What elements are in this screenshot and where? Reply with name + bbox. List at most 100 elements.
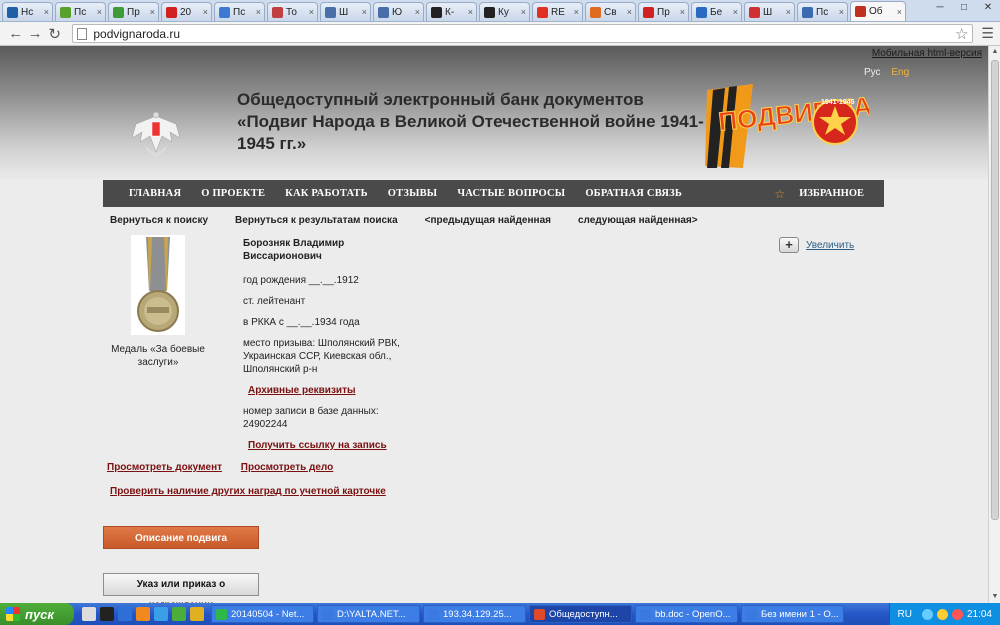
nav-favorites[interactable]: ИЗБРАННОЕ xyxy=(799,188,864,199)
nav-item[interactable]: ОТЗЫВЫ xyxy=(388,188,438,199)
browser-tab[interactable]: Св × xyxy=(585,2,636,21)
vertical-scrollbar[interactable]: ▲ ▼ xyxy=(988,46,1000,603)
check-other-awards-link[interactable]: Проверить наличие других наград по учетн… xyxy=(110,486,386,497)
tab-close-icon[interactable]: × xyxy=(203,7,208,17)
browser-tab[interactable]: Ш × xyxy=(744,2,795,21)
nav-item[interactable]: КАК РАБОТАТЬ xyxy=(285,188,368,199)
url-input[interactable]: podvignaroda.ru ☆ xyxy=(72,24,974,43)
back-to-results-link[interactable]: Вернуться к результатам поиска xyxy=(235,215,398,226)
scroll-down-icon[interactable]: ▼ xyxy=(989,591,1000,603)
tab-close-icon[interactable]: × xyxy=(786,7,791,17)
view-case-link[interactable]: Просмотреть дело xyxy=(241,462,333,473)
tab-close-icon[interactable]: × xyxy=(521,7,526,17)
bookmark-star-icon[interactable]: ☆ xyxy=(955,25,968,43)
tab-close-icon[interactable]: × xyxy=(309,7,314,17)
browser-tab[interactable]: Бе × xyxy=(691,2,742,21)
folder-icon[interactable] xyxy=(190,607,204,621)
browser-tab[interactable]: Ш × xyxy=(320,2,371,21)
lang-ru-link[interactable]: Рус xyxy=(864,67,881,78)
back-to-search-link[interactable]: Вернуться к поиску xyxy=(110,215,208,226)
favorites-star-icon[interactable]: ☆ xyxy=(774,187,785,201)
lang-en-link[interactable]: Eng xyxy=(891,67,909,78)
award-order-button[interactable]: Указ или приказ о награждении xyxy=(103,573,259,603)
browser-tab[interactable]: Пс × xyxy=(797,2,848,21)
view-document-link[interactable]: Просмотреть документ xyxy=(107,462,222,473)
task-label: 193.34.129.25... xyxy=(443,608,512,620)
console-icon[interactable] xyxy=(100,607,114,621)
taskbar-task[interactable]: Общедоступн... xyxy=(529,605,632,623)
medal-image[interactable] xyxy=(131,235,185,335)
tab-close-icon[interactable]: × xyxy=(415,7,420,17)
iron-cross-icon xyxy=(431,6,442,18)
tab-close-icon[interactable]: × xyxy=(897,7,902,17)
clock: 21:04 xyxy=(966,608,992,620)
browser-tab[interactable]: 20 × xyxy=(161,2,212,21)
tab-close-icon[interactable]: × xyxy=(680,7,685,17)
tab-close-icon[interactable]: × xyxy=(839,7,844,17)
browser-tab[interactable]: Ю × xyxy=(373,2,424,21)
chrome-icon[interactable] xyxy=(172,607,186,621)
feat-description-button[interactable]: Описание подвига xyxy=(103,526,259,549)
browser-tab[interactable]: К- × xyxy=(426,2,477,21)
medal-caption: Медаль «За боевые заслуги» xyxy=(111,344,205,368)
volume-icon[interactable] xyxy=(936,608,948,620)
browser-tab[interactable]: Нс × xyxy=(2,2,53,21)
blue-page-icon xyxy=(219,6,230,18)
zoom-control[interactable]: + Увеличить xyxy=(779,237,854,253)
tab-close-icon[interactable]: × xyxy=(627,7,632,17)
show-desktop-icon[interactable] xyxy=(82,607,96,621)
scrollbar-thumb[interactable] xyxy=(991,60,999,520)
next-found-link[interactable]: следующая найденная> xyxy=(578,215,698,226)
security-icon[interactable] xyxy=(951,608,963,620)
tab-close-icon[interactable]: × xyxy=(44,7,49,17)
nav-item[interactable]: О ПРОЕКТЕ xyxy=(201,188,265,199)
maximize-icon[interactable]: □ xyxy=(952,0,976,16)
ie-icon[interactable] xyxy=(154,607,168,621)
tab-close-icon[interactable]: × xyxy=(150,7,155,17)
browser-tab[interactable]: Пр × xyxy=(108,2,159,21)
mobile-version-link[interactable]: Мобильная html-версия xyxy=(872,48,982,59)
forward-arrow-icon[interactable]: → xyxy=(25,25,44,42)
get-record-link[interactable]: Получить ссылку на запись xyxy=(248,439,408,452)
archive-details-link[interactable]: Архивные реквизиты xyxy=(248,384,408,397)
browser-tab[interactable]: Об × xyxy=(850,1,906,21)
nav-item[interactable]: ОБРАТНАЯ СВЯЗЬ xyxy=(585,188,682,199)
browser-icon[interactable] xyxy=(118,607,132,621)
tab-close-icon[interactable]: × xyxy=(468,7,473,17)
browser-tab[interactable]: Пс × xyxy=(214,2,265,21)
input-language[interactable]: RU xyxy=(898,609,912,620)
browser-tab[interactable]: То × xyxy=(267,2,318,21)
taskbar-task[interactable]: 193.34.129.25... xyxy=(423,605,526,623)
taskbar-task[interactable]: 20140504 - Net... xyxy=(211,605,314,623)
previous-found-link[interactable]: <предыдущая найденная xyxy=(425,215,551,226)
nav-item[interactable]: ЧАСТЫЕ ВОПРОСЫ xyxy=(457,188,565,199)
wrench-icon[interactable]: ☰ xyxy=(981,25,994,42)
taskbar-task[interactable]: Без имени 1 - О... xyxy=(741,605,844,623)
scroll-up-icon[interactable]: ▲ xyxy=(989,46,1000,58)
address-bar: ← → ↻ podvignaroda.ru ☆ ☰ xyxy=(0,22,1000,46)
taskbar-task[interactable]: bb.doc - OpenO... xyxy=(635,605,738,623)
network-icon[interactable] xyxy=(921,608,933,620)
minimize-icon[interactable]: ─ xyxy=(928,0,952,16)
zoom-link[interactable]: Увеличить xyxy=(806,240,854,251)
tab-close-icon[interactable]: × xyxy=(362,7,367,17)
browser-tab[interactable]: Пс × xyxy=(55,2,106,21)
taskbar-task[interactable]: D:\YALTA.NET... xyxy=(317,605,420,623)
browser-tab[interactable]: RE × xyxy=(532,2,583,21)
firefox-icon[interactable] xyxy=(136,607,150,621)
close-window-icon[interactable]: ✕ xyxy=(976,0,1000,16)
tab-close-icon[interactable]: × xyxy=(574,7,579,17)
browser-tab-strip: Нс × Пс × Пр × 20 × Пс × То × Ш × Ю × К- × Ку × RE × Св × Пр × Бе ×… xyxy=(0,0,1000,22)
site-header: Мобильная html-версия Рус Eng Общедоступ… xyxy=(0,46,988,181)
tab-close-icon[interactable]: × xyxy=(733,7,738,17)
start-button[interactable]: пуск xyxy=(0,603,74,625)
back-arrow-icon[interactable]: ← xyxy=(6,25,25,42)
reload-icon[interactable]: ↻ xyxy=(45,25,64,43)
nav-item[interactable]: ГЛАВНАЯ xyxy=(129,188,181,199)
browser-tab[interactable]: Пр × xyxy=(638,2,689,21)
tab-close-icon[interactable]: × xyxy=(97,7,102,17)
podvig-naroda-logo[interactable]: ПОДВИГ НАРОДА 1941-1945 xyxy=(703,82,869,170)
tab-close-icon[interactable]: × xyxy=(256,7,261,17)
plus-icon[interactable]: + xyxy=(779,237,799,253)
browser-tab[interactable]: Ку × xyxy=(479,2,530,21)
